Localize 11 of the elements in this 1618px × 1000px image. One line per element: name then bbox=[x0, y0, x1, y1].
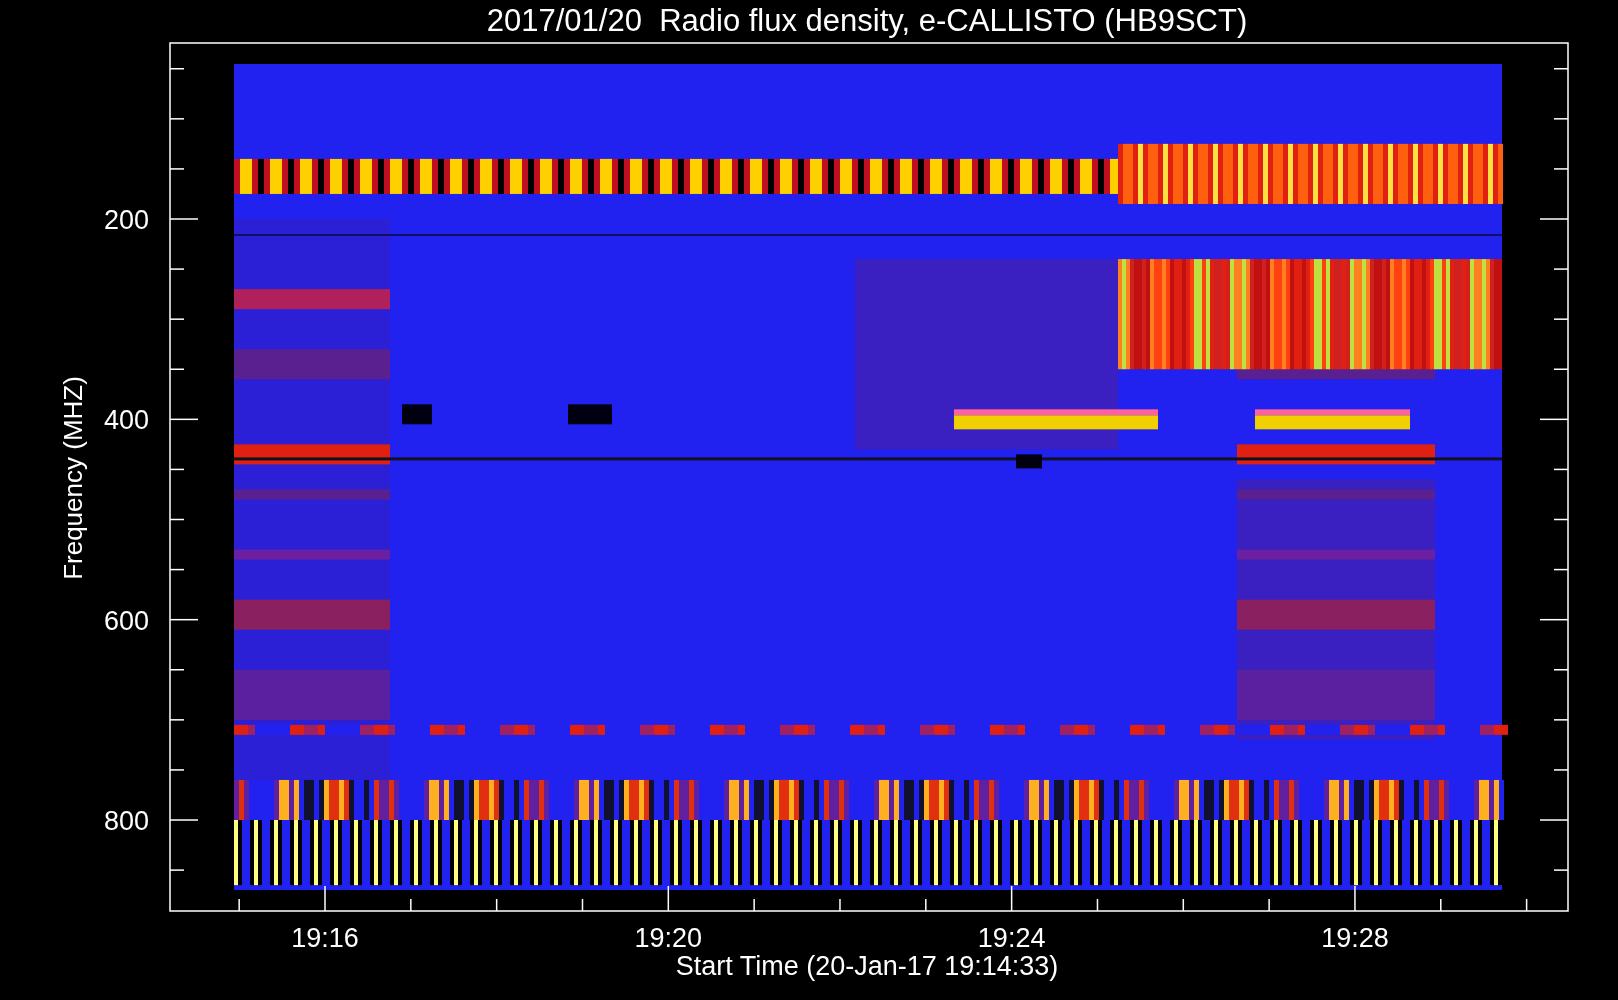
y-tick-label: 400 bbox=[103, 405, 149, 436]
x-tick-label: 19:28 bbox=[1321, 923, 1389, 953]
y-axis-label: Frequency (MHZ) bbox=[58, 376, 88, 580]
x-tick-label: 19:16 bbox=[291, 923, 359, 953]
y-tick-label: 200 bbox=[103, 205, 149, 235]
x-tick-label: 19:20 bbox=[634, 923, 703, 953]
y-tick-label: 600 bbox=[103, 605, 149, 636]
y-tick-label: 800 bbox=[103, 806, 149, 836]
x-tick-label: 19:24 bbox=[977, 923, 1046, 953]
x-axis-label: Start Time (20-Jan-17 19:14:33) bbox=[675, 951, 1059, 981]
chart-title: 2017/01/20 Radio flux density, e-CALLISTO (HB9SCT) bbox=[486, 3, 1248, 38]
